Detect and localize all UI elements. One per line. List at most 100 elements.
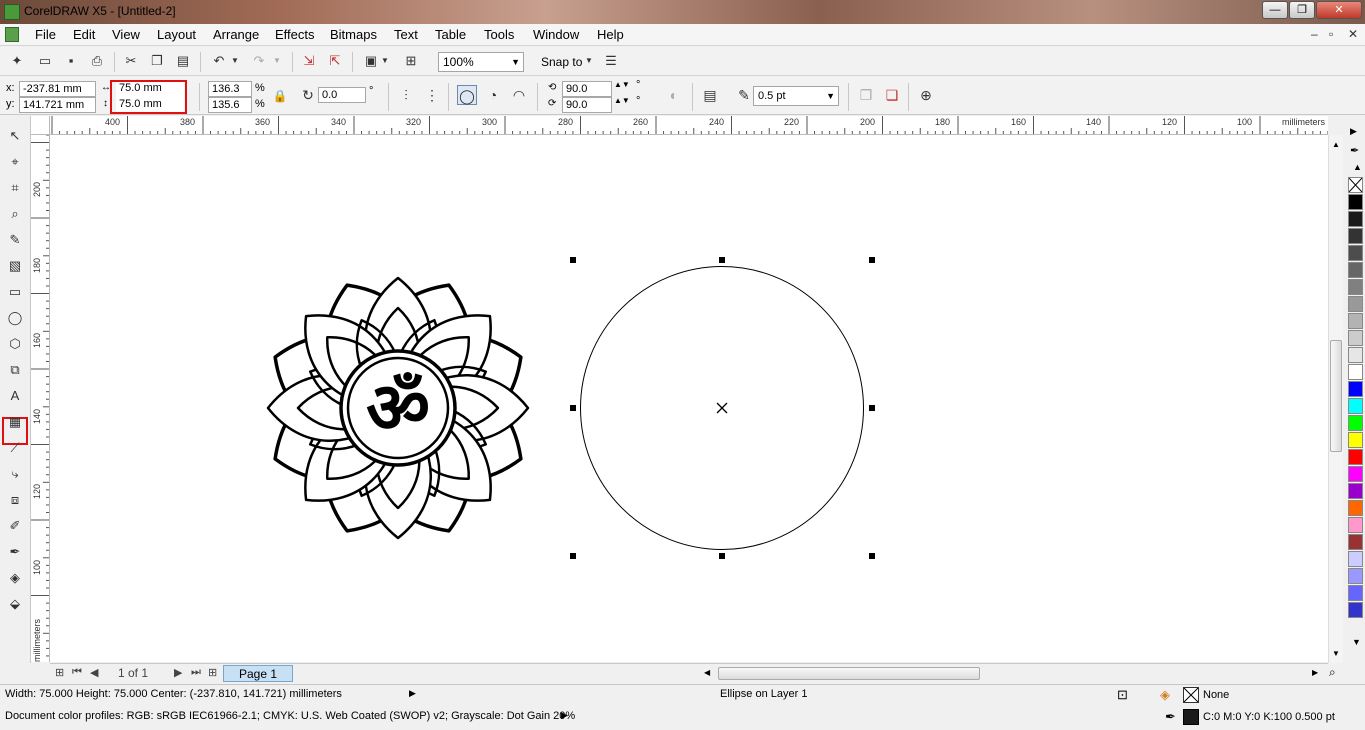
start-angle-spinner-icon[interactable]: ▲▼	[614, 80, 630, 89]
scroll-up-icon[interactable]: ▲	[1332, 140, 1340, 149]
lock-ratio-icon[interactable]: 🔒	[270, 86, 290, 106]
interactive-fill-tool-icon[interactable]: ⬙	[5, 594, 25, 614]
palette-scroll-up-icon[interactable]: ▶	[1350, 126, 1357, 137]
snap-to-label[interactable]: Snap to	[541, 55, 582, 69]
profiles-expand-icon[interactable]: ▶	[561, 710, 568, 721]
connector-tool-icon[interactable]: ⤷	[5, 464, 25, 484]
undo-dropdown-icon[interactable]: ▼	[230, 52, 240, 70]
color-swatch[interactable]	[1348, 330, 1363, 346]
menu-effects[interactable]: Effects	[275, 27, 315, 42]
color-swatch[interactable]	[1348, 585, 1363, 601]
status-expand-icon[interactable]: ▶	[409, 688, 416, 699]
color-swatch[interactable]	[1348, 245, 1363, 261]
change-direction-icon[interactable]: ◐	[664, 85, 684, 105]
color-swatch[interactable]	[1348, 483, 1363, 499]
color-swatch[interactable]	[1348, 398, 1363, 414]
next-page-icon[interactable]: ▶	[174, 666, 182, 679]
lotus-om-artwork[interactable]: ॐ	[258, 268, 538, 548]
color-swatch[interactable]	[1348, 500, 1363, 516]
vertical-scrollbar[interactable]: ▲ ▼	[1328, 135, 1343, 663]
coreldraw-app-icon[interactable]	[4, 4, 20, 20]
welcome-screen-icon[interactable]: ⊞	[402, 52, 420, 70]
horizontal-scrollbar[interactable]: ◀ ▶	[700, 663, 1328, 683]
vertical-ruler[interactable]: 200 180 160 140 120 100 millimeters	[31, 135, 50, 662]
cut-icon[interactable]: ✂	[122, 52, 140, 70]
close-button[interactable]: ✕	[1316, 1, 1362, 19]
scale-x-field[interactable]: 136.3	[208, 81, 252, 97]
mdi-restore-button[interactable]: ▫	[1329, 27, 1333, 41]
eyedropper-tool-icon[interactable]: ✐	[5, 516, 25, 536]
color-swatch[interactable]	[1348, 466, 1363, 482]
insert-page-after-icon[interactable]: ⊞	[208, 666, 217, 679]
horizontal-ruler[interactable]: 400 380 360 340 320 300 280 260 240 220 …	[50, 116, 1328, 135]
import-icon[interactable]: ⇲	[300, 52, 318, 70]
pick-tool-icon[interactable]: ↖	[5, 126, 25, 146]
last-page-icon[interactable]: ⏭	[191, 666, 201, 679]
start-angle-field[interactable]: 90.0	[562, 81, 612, 97]
rotation-angle-field[interactable]: 0.0	[318, 87, 366, 103]
previous-page-icon[interactable]: ◀	[90, 666, 98, 679]
redo-dropdown-icon[interactable]: ▼	[272, 52, 282, 70]
convert-to-curves-icon[interactable]: ⊕	[916, 85, 936, 105]
ellipse-tool-icon[interactable]: ◯	[5, 308, 25, 328]
color-swatch[interactable]	[1348, 279, 1363, 295]
color-swatch[interactable]	[1348, 211, 1363, 227]
horizontal-scroll-thumb[interactable]	[718, 667, 980, 680]
no-color-swatch[interactable]	[1348, 177, 1363, 193]
restore-button[interactable]: ❐	[1289, 1, 1315, 19]
scroll-left-icon[interactable]: ◀	[704, 668, 710, 677]
open-folder-icon[interactable]: ▭	[36, 52, 54, 70]
smart-fill-tool-icon[interactable]: ▧	[5, 256, 25, 276]
basic-shapes-tool-icon[interactable]: ⧉	[5, 360, 25, 380]
drawing-canvas[interactable]: ॐ	[50, 135, 1328, 662]
paste-icon[interactable]: ▤	[174, 52, 192, 70]
color-swatch[interactable]	[1348, 432, 1363, 448]
menu-file[interactable]: File	[35, 27, 56, 42]
ellipse-mode-icon[interactable]: ◯	[457, 85, 477, 105]
color-swatch[interactable]	[1348, 415, 1363, 431]
color-swatch[interactable]	[1348, 568, 1363, 584]
color-swatch[interactable]	[1348, 551, 1363, 567]
polygon-tool-icon[interactable]: ⬡	[5, 334, 25, 354]
mirror-vertical-icon[interactable]: ⋮	[422, 85, 442, 105]
menu-tools[interactable]: Tools	[484, 27, 514, 42]
mdi-minimize-button[interactable]: –	[1311, 27, 1318, 41]
launcher-dropdown-icon[interactable]: ▼	[380, 52, 390, 70]
mirror-horizontal-icon[interactable]: ⫶	[396, 85, 416, 105]
pie-mode-icon[interactable]: ◔	[483, 85, 503, 105]
print-icon[interactable]: ⎙	[88, 52, 106, 70]
outline-color-swatch[interactable]	[1183, 709, 1199, 725]
color-swatch[interactable]	[1348, 313, 1363, 329]
zoom-tool-icon[interactable]: ⌕	[5, 204, 25, 224]
selected-ellipse[interactable]	[570, 257, 875, 559]
color-swatch[interactable]	[1348, 381, 1363, 397]
scale-y-field[interactable]: 135.6	[208, 97, 252, 113]
export-icon[interactable]: ⇱	[326, 52, 344, 70]
scroll-right-icon[interactable]: ▶	[1312, 668, 1318, 677]
menu-edit[interactable]: Edit	[73, 27, 95, 42]
x-position-field[interactable]: -237.81 mm	[19, 81, 96, 97]
snap-to-dropdown-icon[interactable]: ▼	[584, 52, 594, 70]
menu-arrange[interactable]: Arrange	[213, 27, 259, 42]
save-icon[interactable]: ▪	[62, 52, 80, 70]
insert-page-before-icon[interactable]: ⊞	[55, 666, 64, 679]
color-swatch[interactable]	[1348, 517, 1363, 533]
to-back-icon[interactable]: ❏	[882, 85, 902, 105]
to-front-icon[interactable]: ❐	[856, 85, 876, 105]
menu-table[interactable]: Table	[435, 27, 466, 42]
zoom-level-combo[interactable]: 100% ▼	[438, 52, 524, 72]
redo-icon[interactable]: ↷	[250, 52, 268, 70]
color-swatch[interactable]	[1348, 262, 1363, 278]
fill-none-swatch[interactable]	[1183, 687, 1199, 703]
crop-tool-icon[interactable]: ⌗	[5, 178, 25, 198]
palette-down-icon[interactable]: ▼	[1352, 637, 1361, 647]
menu-bitmaps[interactable]: Bitmaps	[330, 27, 377, 42]
table-tool-icon[interactable]: ▦	[5, 412, 25, 432]
arc-mode-icon[interactable]: ◠	[509, 85, 529, 105]
scroll-down-icon[interactable]: ▼	[1332, 649, 1340, 658]
first-page-icon[interactable]: ⏮	[72, 666, 82, 679]
mdi-close-button[interactable]: ✕	[1348, 27, 1358, 41]
zoom-navigator-icon[interactable]: ⌕	[1329, 665, 1336, 680]
blend-tool-icon[interactable]: ⧈	[5, 490, 25, 510]
color-swatch[interactable]	[1348, 194, 1363, 210]
